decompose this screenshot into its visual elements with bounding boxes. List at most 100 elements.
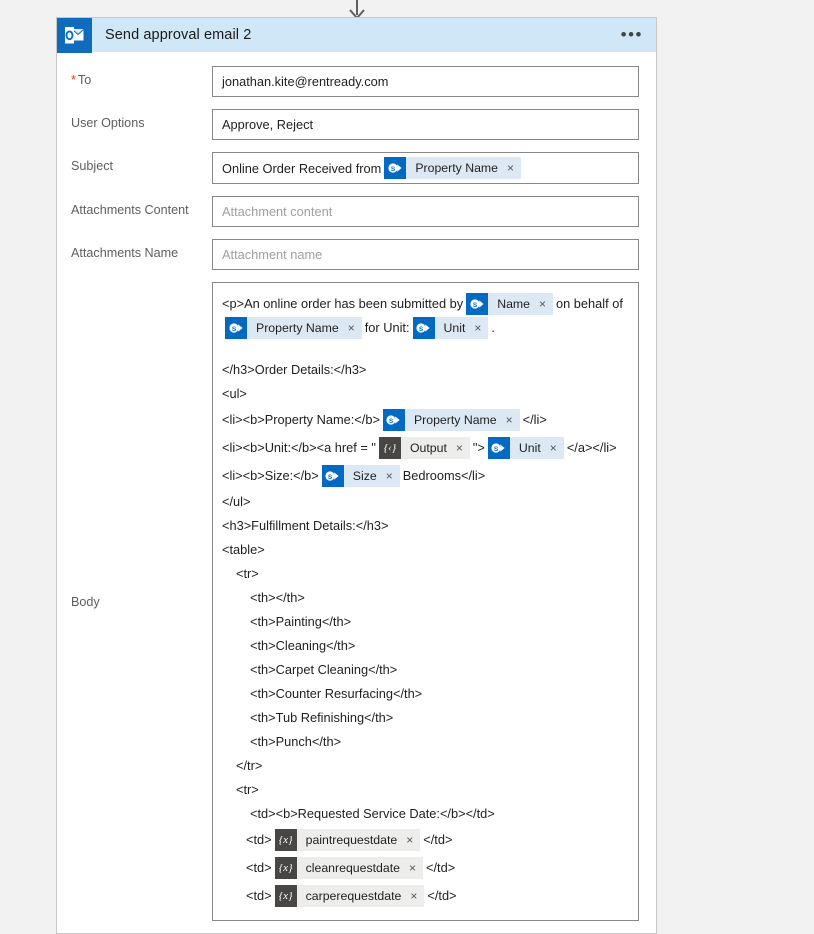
- body-text: <td>: [246, 860, 272, 875]
- svg-text:S: S: [473, 302, 478, 309]
- field-label-attachments-content: Attachments Content: [71, 203, 189, 217]
- token-remove-icon[interactable]: ×: [539, 292, 546, 316]
- token-remove-icon[interactable]: ×: [348, 316, 355, 340]
- svg-text:S: S: [328, 474, 333, 481]
- body-text: ">: [472, 440, 485, 455]
- card-header[interactable]: Send approval email 2 •••: [56, 17, 657, 53]
- field-row-attachments-content: Attachments Content Attachment content: [71, 196, 639, 227]
- token-remove-icon[interactable]: ×: [456, 436, 463, 460]
- body-line: </tr>: [222, 754, 628, 778]
- body-line: <th>Punch</th>: [222, 730, 628, 754]
- body-text: </h3>Order Details:</h3>: [222, 362, 367, 377]
- body-text: <th>Carpet Cleaning</th>: [250, 662, 398, 677]
- body-text: <td>: [246, 888, 272, 903]
- body-text: </td>: [423, 832, 453, 847]
- subject-input[interactable]: Online Order Received from S Property Na…: [212, 152, 639, 184]
- action-card: Send approval email 2 ••• * To jonathan.k…: [56, 17, 657, 934]
- body-text: Bedrooms</li>: [402, 468, 486, 483]
- body-line: <td> {x} carperequestdate × </td>: [222, 882, 628, 910]
- body-text: </td>: [427, 888, 457, 903]
- body-line: <li><b>Property Name:</b> S Property Name ×…: [222, 406, 628, 434]
- token-label: Property Name ×: [406, 157, 522, 179]
- token-label: carperequestdate ×: [296, 884, 425, 908]
- body-line: <th>Cleaning</th>: [222, 634, 628, 658]
- user-options-input[interactable]: Approve, Reject: [212, 109, 639, 140]
- token-remove-icon[interactable]: ×: [406, 828, 413, 852]
- token-remove-icon[interactable]: ×: [386, 464, 393, 488]
- token-remove-icon[interactable]: ×: [474, 316, 481, 340]
- body-line: <ul>: [222, 382, 628, 406]
- body-text: <td>: [246, 832, 272, 847]
- token-chip-output[interactable]: {‹} Output ×: [378, 436, 470, 460]
- token-remove-icon[interactable]: ×: [550, 436, 557, 460]
- token-chip-unit[interactable]: S Unit ×: [412, 316, 489, 340]
- card-body: * To jonathan.kite@rentready.com User Opt…: [57, 52, 656, 921]
- body-text: <li><b>Property Name:</b>: [222, 412, 380, 427]
- body-text: for Unit:: [364, 320, 410, 335]
- token-label: cleanrequestdate ×: [296, 856, 423, 880]
- body-text: </ul>: [222, 494, 251, 509]
- field-row-body: Body <p>An online order has been submitt…: [71, 282, 639, 921]
- body-line: <li><b>Unit:</b><a href = " {‹} Output × "> S…: [222, 434, 628, 462]
- body-line: <tr>: [222, 778, 628, 802]
- expression-icon: {‹}: [378, 437, 401, 459]
- token-remove-icon[interactable]: ×: [507, 160, 514, 177]
- token-chip-carperequestdate[interactable]: {x} carperequestdate ×: [274, 884, 425, 908]
- body-line: <td> {x} paintrequestdate × </td>: [222, 826, 628, 854]
- token-chip-property-name[interactable]: S Property Name ×: [384, 157, 522, 179]
- body-line: <th>Painting</th>: [222, 610, 628, 634]
- field-label-body: Body: [71, 594, 100, 609]
- body-line: <td><b>Requested Service Date:</b></td>: [222, 802, 628, 826]
- sharepoint-icon: S: [487, 437, 510, 459]
- token-text: Property Name: [413, 413, 497, 427]
- body-line: <th>Carpet Cleaning</th>: [222, 658, 628, 682]
- body-line: <th>Counter Resurfacing</th>: [222, 682, 628, 706]
- variable-glyph: {x}: [278, 890, 293, 902]
- field-label-attachments-name: Attachments Name: [71, 246, 179, 260]
- field-label-subject: Subject: [71, 159, 114, 173]
- to-input[interactable]: jonathan.kite@rentready.com: [212, 66, 639, 97]
- expression-glyph: {‹}: [383, 442, 397, 454]
- svg-text:S: S: [231, 326, 236, 333]
- token-text: Name: [497, 297, 530, 311]
- body-line: </h3>Order Details:</h3>: [222, 358, 628, 382]
- sharepoint-icon: S: [412, 317, 435, 339]
- body-text: <ul>: [222, 386, 247, 401]
- token-chip-name[interactable]: S Name ×: [466, 292, 554, 316]
- token-text: Unit: [518, 441, 541, 455]
- more-options-icon[interactable]: •••: [621, 26, 643, 43]
- token-label: Unit ×: [434, 316, 489, 340]
- token-remove-icon[interactable]: ×: [506, 408, 513, 432]
- token-label: Size ×: [343, 464, 400, 488]
- attachments-name-input[interactable]: Attachment name: [212, 239, 639, 270]
- token-chip-property-name[interactable]: S Property Name ×: [382, 408, 520, 432]
- token-chip-paintrequestdate[interactable]: {x} paintrequestdate ×: [274, 828, 421, 852]
- field-row-attachments-name: Attachments Name Attachment name: [71, 239, 639, 270]
- attachments-content-input[interactable]: Attachment content: [212, 196, 639, 227]
- variable-icon: {x}: [274, 829, 297, 851]
- body-line: <p>An online order has been submitted by…: [222, 292, 628, 340]
- token-remove-icon[interactable]: ×: [410, 884, 417, 908]
- body-text: <td><b>Requested Service Date:</b></td>: [250, 806, 495, 821]
- body-text: <li><b>Unit:</b><a href = ": [222, 440, 376, 455]
- variable-icon: {x}: [274, 885, 297, 907]
- body-text: <p>An online order has been submitted by: [222, 296, 464, 311]
- svg-text:S: S: [389, 418, 394, 425]
- body-editor[interactable]: <p>An online order has been submitted by…: [212, 282, 639, 921]
- token-remove-icon[interactable]: ×: [409, 856, 416, 880]
- variable-glyph: {x}: [278, 862, 293, 874]
- required-asterisk: *: [71, 73, 76, 87]
- field-row-to: * To jonathan.kite@rentready.com: [71, 66, 639, 97]
- token-chip-property-name[interactable]: S Property Name ×: [225, 317, 362, 339]
- outlook-icon: [57, 17, 92, 53]
- token-label: Output ×: [400, 436, 470, 460]
- token-chip-cleanrequestdate[interactable]: {x} cleanrequestdate ×: [274, 856, 423, 880]
- body-text: <tr>: [236, 782, 259, 797]
- token-label: Property Name ×: [247, 317, 362, 339]
- variable-glyph: {x}: [278, 834, 293, 846]
- token-label: Unit ×: [509, 436, 564, 460]
- token-chip-unit[interactable]: S Unit ×: [487, 436, 564, 460]
- token-chip-size[interactable]: S Size ×: [321, 464, 400, 488]
- body-text: </li>: [522, 412, 547, 427]
- body-line: <tr>: [222, 562, 628, 586]
